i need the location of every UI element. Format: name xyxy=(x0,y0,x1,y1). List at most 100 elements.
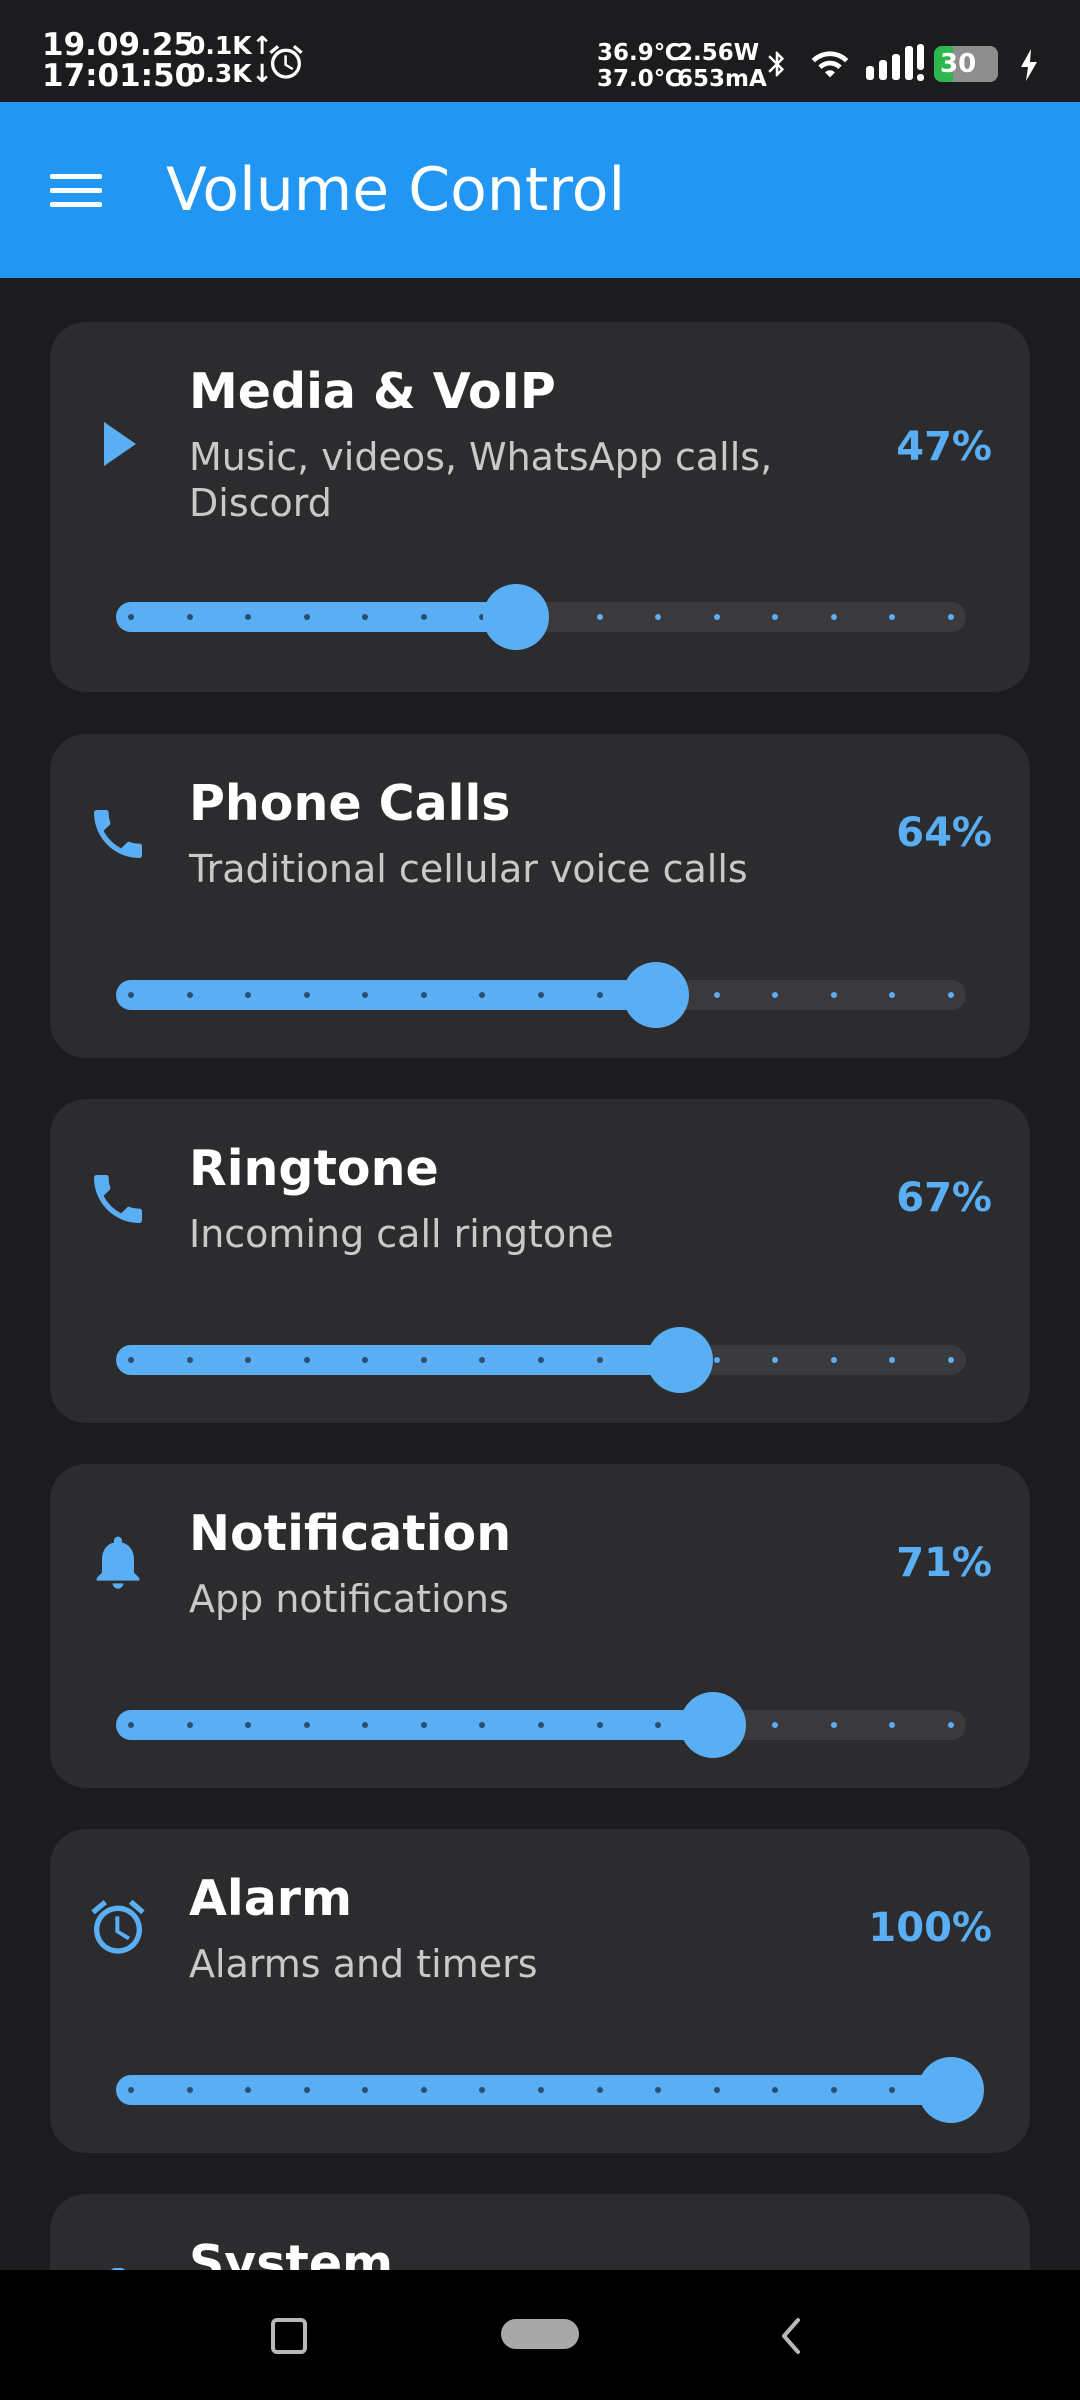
battery-icon: 30 xyxy=(934,46,1006,82)
slider-thumb[interactable] xyxy=(647,1327,714,1393)
slider-tick xyxy=(830,1357,837,1363)
volume-card-ringtone: Ringtone Incoming call ringtone 67% xyxy=(50,1099,1030,1423)
card-description: Music, videos, WhatsApp calls, Discord xyxy=(189,435,773,525)
hamburger-menu-icon[interactable] xyxy=(46,166,106,216)
volume-slider-media[interactable] xyxy=(116,584,966,650)
current-ma: 653mA xyxy=(677,66,767,92)
alarm-clock-icon xyxy=(91,1899,145,1954)
slider-tick xyxy=(128,2087,134,2093)
slider-tick xyxy=(128,614,134,620)
slider-tick xyxy=(596,1357,603,1363)
navigation-bar xyxy=(0,2270,1080,2400)
slider-tick xyxy=(830,614,837,620)
slider-tick xyxy=(596,1722,603,1728)
slider-tick xyxy=(128,1722,134,1728)
slider-tick xyxy=(303,614,310,620)
screen: 19.09.25 17:01:50 0.1K↑ 0.3K↓ 36.9℃ 37.0… xyxy=(0,0,1080,2400)
volume-percent: 64% xyxy=(896,810,992,856)
slider-tick xyxy=(596,992,603,998)
slider-tick xyxy=(303,1357,310,1363)
slider-tick xyxy=(303,992,310,998)
slider-active-track xyxy=(116,1345,681,1375)
phone-icon xyxy=(94,1175,142,1223)
volume-percent: 100% xyxy=(868,1905,992,1951)
slider-tick xyxy=(596,2087,603,2093)
slider-tick xyxy=(420,614,427,620)
slider-tick xyxy=(537,1722,544,1728)
recents-button[interactable] xyxy=(271,2318,307,2354)
status-bar: 19.09.25 17:01:50 0.1K↑ 0.3K↓ 36.9℃ 37.0… xyxy=(0,0,1080,102)
slider-tick xyxy=(713,614,720,620)
volume-slider-ringtone[interactable] xyxy=(116,1327,966,1393)
card-description: Traditional cellular voice calls xyxy=(189,847,748,891)
slider-thumb[interactable] xyxy=(622,962,689,1028)
battery-percent: 30 xyxy=(940,49,977,79)
slider-tick xyxy=(186,992,193,998)
battery-body: 30 xyxy=(934,46,998,82)
page-title: Volume Control xyxy=(166,155,626,225)
card-title: Alarm xyxy=(189,1870,353,1927)
volume-percent: 47% xyxy=(896,424,992,470)
card-title: Ringtone xyxy=(189,1140,439,1197)
slider-active-track xyxy=(116,980,656,1010)
temp-cpu: 37.0℃ xyxy=(597,66,682,92)
power-readout: 2.56W 653mA xyxy=(677,40,767,92)
slider-tick xyxy=(186,2087,193,2093)
net-up: 0.1K↑ xyxy=(188,31,273,60)
volume-card-media: Media & VoIP Music, videos, WhatsApp cal… xyxy=(50,322,1030,692)
slider-thumb[interactable] xyxy=(483,584,550,650)
wifi-icon xyxy=(811,51,849,78)
card-description: Incoming call ringtone xyxy=(189,1212,614,1256)
volume-slider-phone[interactable] xyxy=(116,962,966,1028)
play-icon xyxy=(104,422,136,466)
slider-tick xyxy=(947,992,954,998)
slider-tick xyxy=(830,992,837,998)
slider-tick xyxy=(420,992,427,998)
slider-tick xyxy=(186,614,193,620)
slider-tick xyxy=(713,1357,720,1363)
card-description: App notifications xyxy=(189,1577,509,1621)
slider-tick xyxy=(537,992,544,998)
slider-tick xyxy=(713,992,720,998)
slider-tick xyxy=(713,2087,720,2093)
slider-tick xyxy=(947,1357,954,1363)
slider-tick xyxy=(186,1357,193,1363)
home-button[interactable] xyxy=(501,2319,579,2349)
temperature-readout: 36.9℃ 37.0℃ xyxy=(597,40,682,92)
slider-tick xyxy=(128,992,134,998)
slider-tick xyxy=(303,2087,310,2093)
volume-slider-alarm[interactable] xyxy=(116,2057,984,2123)
slider-thumb[interactable] xyxy=(918,2057,984,2123)
card-title: Notification xyxy=(189,1505,512,1562)
temp-battery: 36.9℃ xyxy=(597,40,682,66)
slider-tick xyxy=(947,614,954,620)
slider-active-track xyxy=(116,2075,951,2105)
net-down: 0.3K↓ xyxy=(188,59,273,88)
slider-tick xyxy=(596,614,603,620)
slider-tick xyxy=(186,1722,193,1728)
volume-card-notification: Notification App notifications 71% xyxy=(50,1464,1030,1788)
slider-tick xyxy=(947,1722,954,1728)
volume-card-phone: Phone Calls Traditional cellular voice c… xyxy=(50,734,1030,1058)
slider-tick xyxy=(537,2087,544,2093)
card-description: Alarms and timers xyxy=(189,1942,538,1986)
charging-icon xyxy=(1021,49,1037,81)
status-date: 19.09.25 xyxy=(42,27,195,63)
card-title: Media & VoIP xyxy=(189,363,556,420)
back-button[interactable] xyxy=(776,2314,806,2358)
alarm-icon xyxy=(269,45,303,79)
slider-tick xyxy=(830,2087,837,2093)
volume-slider-notification[interactable] xyxy=(116,1692,966,1758)
slider-thumb[interactable] xyxy=(680,1692,747,1758)
status-time: 17:01:50 xyxy=(42,58,197,94)
bell-icon xyxy=(96,1536,140,1589)
volume-percent: 71% xyxy=(896,1540,992,1586)
slider-tick xyxy=(537,1357,544,1363)
slider-active-track xyxy=(116,602,517,632)
volume-percent: 67% xyxy=(896,1175,992,1221)
status-datetime: 19.09.25 17:01:50 xyxy=(42,30,196,92)
app-bar: Volume Control xyxy=(0,102,1080,278)
signal-icon xyxy=(866,44,924,81)
power-watts: 2.56W xyxy=(677,40,760,66)
slider-tick xyxy=(420,1357,427,1363)
